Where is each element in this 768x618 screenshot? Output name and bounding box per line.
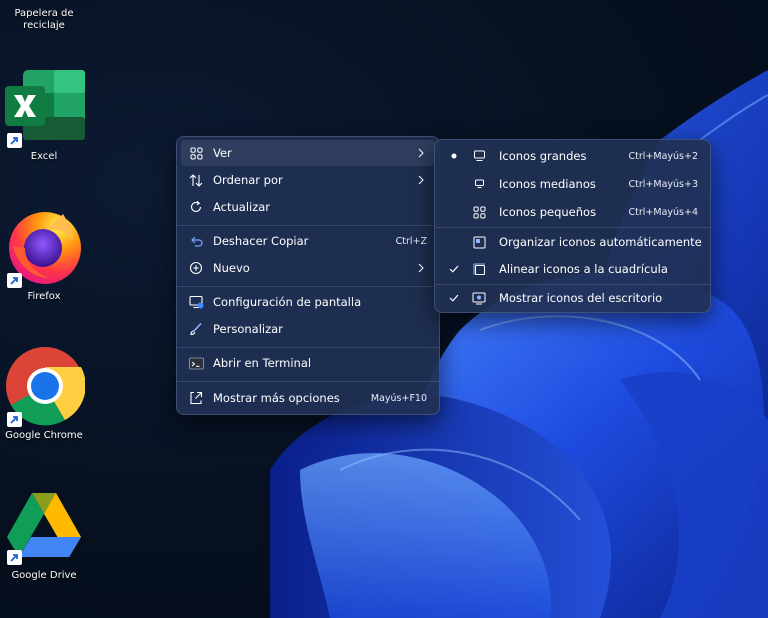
checkmark-icon	[447, 265, 461, 273]
menu-item-label: Abrir en Terminal	[213, 356, 312, 370]
grid-icon	[188, 145, 204, 161]
shortcut-arrow-icon	[7, 133, 22, 148]
shortcut-arrow-icon	[7, 412, 22, 427]
menu-item-deshacer-copiar[interactable]: Deshacer Copiar Ctrl+Z	[181, 228, 435, 254]
submenu-item-label: Alinear iconos a la cuadrícula	[499, 262, 668, 276]
menu-item-personalizar[interactable]: Personalizar	[181, 316, 435, 342]
menu-item-label: Mostrar más opciones	[213, 391, 340, 405]
submenu-item-label: Organizar iconos automáticamente	[499, 235, 702, 249]
menu-separator	[177, 381, 439, 382]
display-settings-icon	[188, 294, 204, 310]
more-options-icon	[188, 390, 204, 406]
submenu-item-shortcut: Ctrl+Mayús+4	[628, 206, 698, 218]
show-desktop-icon	[471, 290, 487, 306]
desktop-icon-label: Papelera de reciclaje	[14, 8, 74, 31]
chevron-right-icon	[417, 174, 425, 188]
submenu-item-alinear-cuadricula[interactable]: Alinear iconos a la cuadrícula	[439, 256, 706, 282]
chrome-icon	[3, 345, 86, 427]
checkmark-icon	[447, 294, 461, 302]
menu-separator	[177, 225, 439, 226]
submenu-item-label: Mostrar iconos del escritorio	[499, 291, 663, 305]
submenu-item-organizar-automaticamente[interactable]: Organizar iconos automáticamente	[439, 229, 706, 255]
submenu-item-iconos-grandes[interactable]: Iconos grandes Ctrl+Mayús+2	[439, 143, 706, 169]
desktop[interactable]: Papelera de reciclaje Excel Firefox Goog…	[0, 0, 768, 618]
sort-icon	[188, 172, 204, 188]
chevron-right-icon	[417, 262, 425, 276]
plus-circle-icon	[188, 260, 204, 276]
radio-selected-dot-icon	[447, 153, 461, 159]
chevron-right-icon	[417, 147, 425, 161]
desktop-icon-label: Excel	[30, 151, 58, 162]
submenu-item-iconos-pequenos[interactable]: Iconos pequeños Ctrl+Mayús+4	[439, 199, 706, 225]
monitor-medium-icon	[471, 176, 487, 192]
desktop-icon-excel[interactable]: Excel	[2, 66, 86, 163]
desktop-icon-label: Google Chrome	[5, 430, 83, 441]
excel-icon	[3, 66, 85, 148]
undo-icon	[188, 233, 204, 249]
desktop-icon-chrome[interactable]: Google Chrome	[2, 345, 86, 442]
menu-item-label: Configuración de pantalla	[213, 295, 362, 309]
submenu-item-shortcut: Ctrl+Mayús+3	[628, 178, 698, 190]
desktop-icon-google-drive[interactable]: Google Drive	[2, 487, 86, 582]
menu-item-label: Ordenar por	[213, 173, 283, 187]
menu-item-label: Ver	[213, 146, 232, 160]
menu-item-label: Deshacer Copiar	[213, 234, 309, 248]
desktop-icon-label: Google Drive	[11, 570, 77, 581]
auto-arrange-icon	[471, 234, 487, 250]
monitor-large-icon	[471, 148, 487, 164]
desktop-icon-label: Firefox	[27, 291, 61, 302]
google-drive-icon	[3, 487, 85, 565]
refresh-icon	[188, 199, 204, 215]
menu-item-mostrar-mas-opciones[interactable]: Mostrar más opciones Mayús+F10	[181, 385, 435, 411]
brush-icon	[188, 321, 204, 337]
submenu-item-label: Iconos grandes	[499, 149, 587, 163]
menu-item-abrir-terminal[interactable]: Abrir en Terminal	[181, 350, 435, 376]
terminal-icon	[188, 355, 204, 371]
submenu-item-label: Iconos medianos	[499, 177, 596, 191]
menu-separator	[177, 286, 439, 287]
view-submenu: Iconos grandes Ctrl+Mayús+2 Iconos media…	[434, 139, 711, 313]
submenu-item-shortcut: Ctrl+Mayús+2	[628, 150, 698, 162]
submenu-item-mostrar-iconos-escritorio[interactable]: Mostrar iconos del escritorio	[439, 285, 706, 311]
firefox-icon	[3, 206, 85, 288]
menu-item-label: Nuevo	[213, 261, 250, 275]
menu-item-configuracion-pantalla[interactable]: Configuración de pantalla	[181, 289, 435, 315]
menu-item-shortcut: Ctrl+Z	[395, 235, 427, 247]
menu-item-label: Personalizar	[213, 322, 283, 336]
menu-item-nuevo[interactable]: Nuevo	[181, 255, 435, 281]
menu-item-actualizar[interactable]: Actualizar	[181, 194, 435, 220]
menu-item-ordenar-por[interactable]: Ordenar por	[181, 167, 435, 193]
shortcut-arrow-icon	[7, 550, 22, 565]
submenu-item-iconos-medianos[interactable]: Iconos medianos Ctrl+Mayús+3	[439, 171, 706, 197]
menu-item-ver[interactable]: Ver	[181, 140, 435, 166]
grid-small-icon	[471, 204, 487, 220]
align-grid-icon	[471, 261, 487, 277]
desktop-icon-recycle-bin[interactable]: Papelera de reciclaje	[2, 8, 86, 32]
desktop-icon-firefox[interactable]: Firefox	[2, 206, 86, 303]
menu-item-shortcut: Mayús+F10	[370, 392, 427, 404]
menu-item-label: Actualizar	[213, 200, 271, 214]
shortcut-arrow-icon	[7, 273, 22, 288]
menu-separator	[435, 227, 710, 228]
submenu-item-label: Iconos pequeños	[499, 205, 597, 219]
menu-separator	[177, 347, 439, 348]
context-menu: Ver Ordenar por Actualizar Deshacer Copi…	[176, 136, 440, 415]
